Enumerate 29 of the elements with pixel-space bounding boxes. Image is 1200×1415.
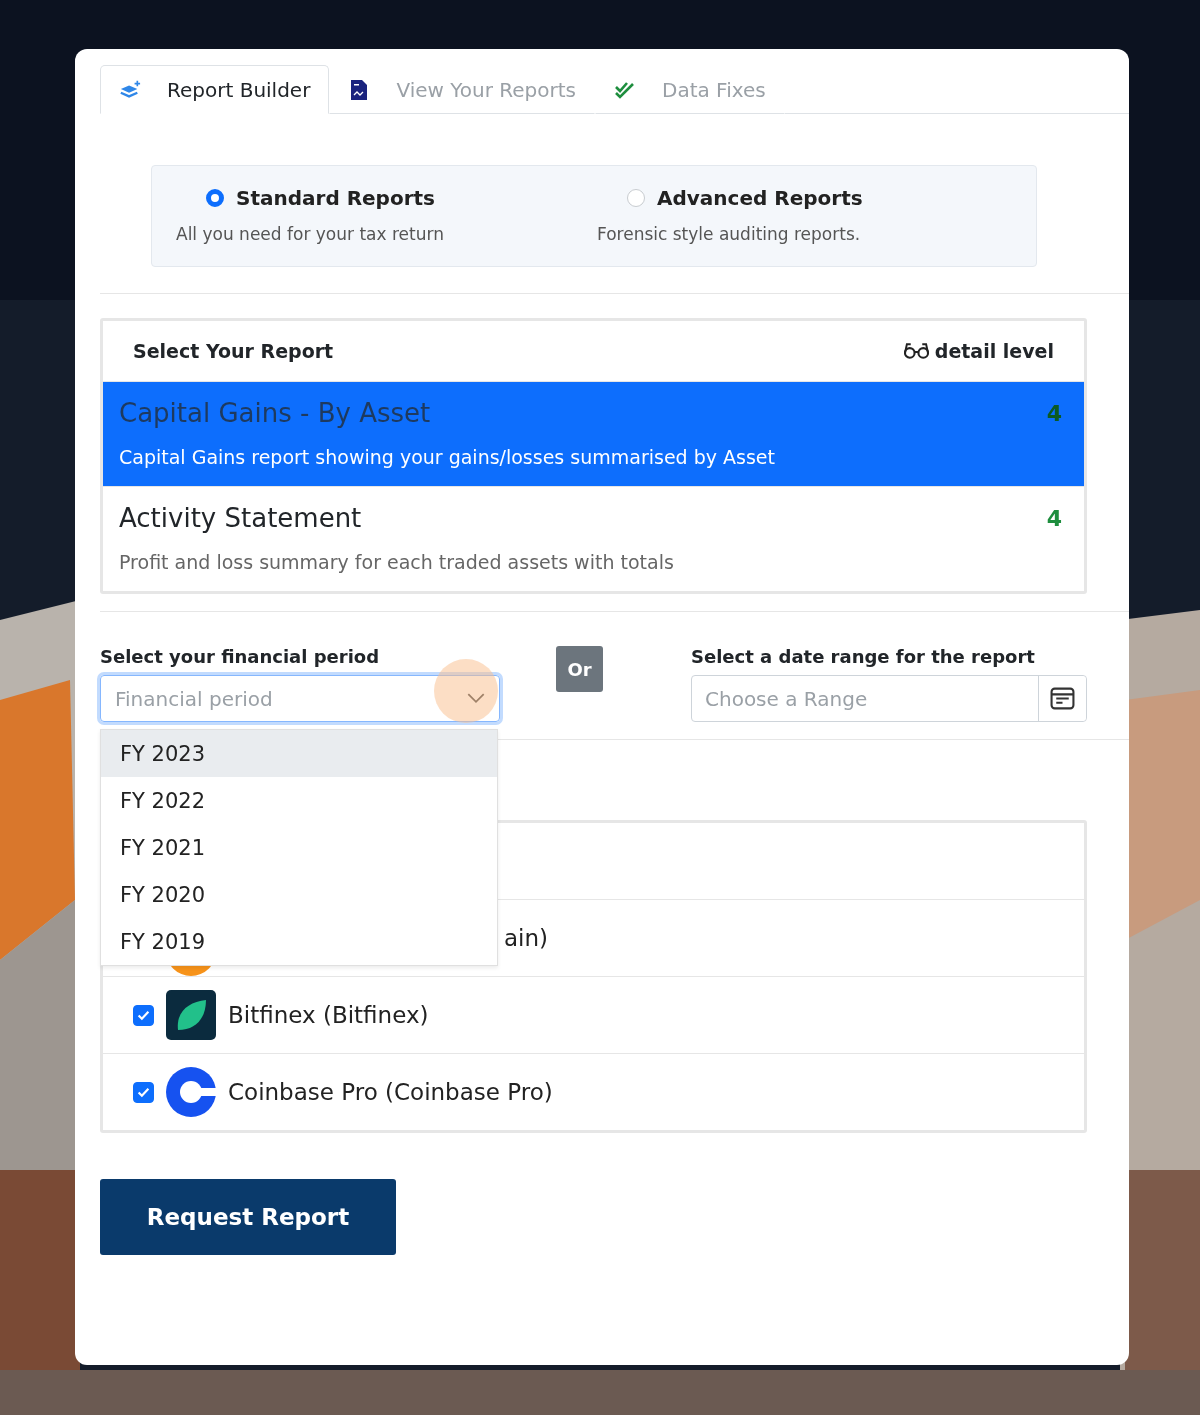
field-label: Select your financial period bbox=[100, 646, 381, 667]
date-range-input[interactable]: Choose a Range bbox=[692, 676, 1038, 721]
field-label: Select a date range for the report bbox=[691, 646, 1036, 667]
exchange-name: Bitfinex (Bitfinex) bbox=[228, 1002, 429, 1028]
dropdown-option[interactable]: FY 2022 bbox=[101, 777, 497, 824]
option-description: Forensic style auditing reports. bbox=[597, 224, 862, 244]
option-title: Standard Reports bbox=[236, 186, 435, 210]
report-item[interactable]: Activity Statement 4 Profit and loss summary for each traded assets with totals bbox=[103, 486, 1084, 591]
report-description: Capital Gains report showing your gains/losses summarised by Asset bbox=[119, 446, 776, 468]
report-title: Capital Gains - By Asset bbox=[119, 398, 431, 428]
detail-level: 4 bbox=[1046, 505, 1062, 531]
or-badge: Or bbox=[556, 646, 603, 692]
dropdown-option[interactable]: FY 2020 bbox=[101, 871, 497, 918]
dropdown-option[interactable]: FY 2021 bbox=[101, 824, 497, 871]
report-description: Profit and loss summary for each traded assets with totals bbox=[119, 551, 675, 573]
report-item[interactable]: Capital Gains - By Asset 4 Capital Gains report showing your gains/losses summarised by Asset bbox=[103, 381, 1084, 486]
tab[interactable]: Report Builder bbox=[100, 65, 330, 114]
report-title: Activity Statement bbox=[119, 503, 362, 533]
exchange-name: ain) bbox=[504, 925, 549, 951]
list-title: Select Your Report bbox=[133, 340, 334, 362]
dropdown-option[interactable]: FY 2023 bbox=[101, 730, 497, 777]
column-label: detail level bbox=[934, 340, 1054, 362]
option-title: Advanced Reports bbox=[657, 186, 863, 210]
request-report-button[interactable]: Request Report bbox=[100, 1179, 396, 1255]
date-range-field[interactable]: Choose a Range bbox=[691, 675, 1087, 722]
detail-level: 4 bbox=[1046, 400, 1062, 426]
option-description: All you need for your tax return bbox=[176, 224, 445, 244]
exchange-name: Coinbase Pro (Coinbase Pro) bbox=[228, 1079, 553, 1105]
dropdown-option[interactable]: FY 2019 bbox=[101, 918, 497, 965]
